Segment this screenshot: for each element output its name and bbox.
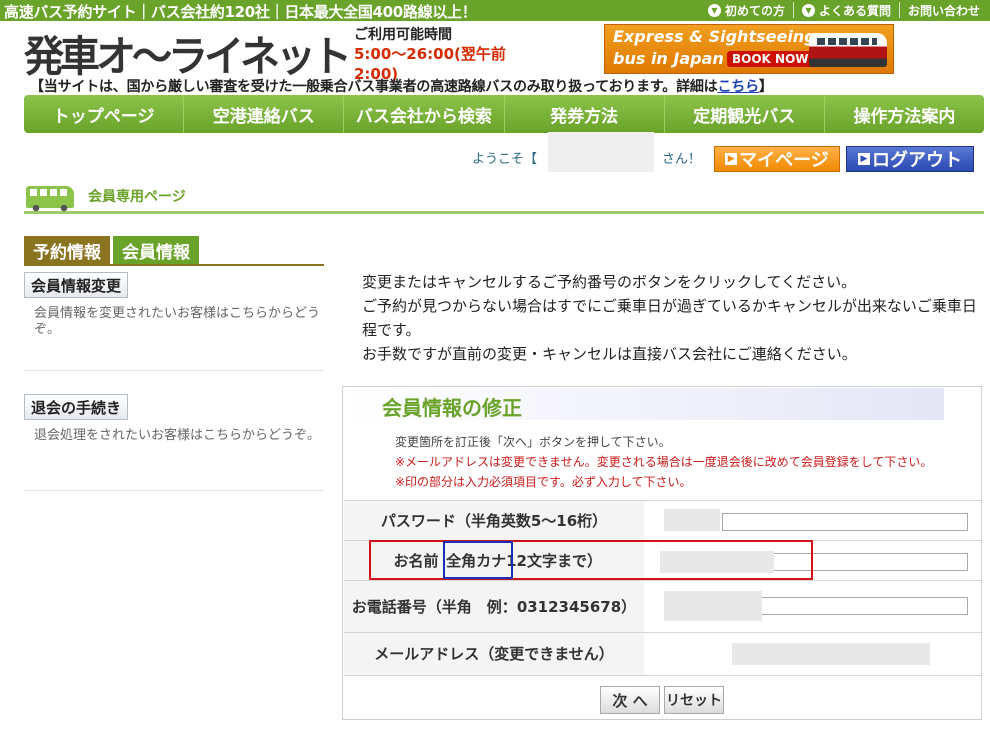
site-notice: 【当サイトは、国から厳しい審査を受けた一般乗合バス事業者の高速路線バスのみ取り扱… bbox=[30, 76, 773, 96]
mypage-label: マイページ bbox=[739, 150, 829, 171]
redacted-value bbox=[732, 643, 930, 665]
top-link-contact[interactable]: お問い合わせ bbox=[908, 2, 980, 19]
form-row-email: メールアドレス（変更できません） bbox=[344, 632, 981, 675]
site-tagline: 高速バス予約サイト｜バス会社約120社｜日本最大全国400路線以上！ bbox=[4, 3, 477, 21]
nav-item-how-to[interactable]: 操作方法案内 bbox=[825, 95, 984, 133]
mypage-button[interactable]: ▶ マイページ bbox=[714, 146, 840, 172]
redacted-value bbox=[664, 509, 720, 531]
logout-button[interactable]: ▶ ログアウト bbox=[846, 146, 974, 172]
bus-icon bbox=[809, 33, 887, 67]
tab-reservation-info[interactable]: 予約情報 bbox=[24, 236, 110, 264]
divider bbox=[24, 490, 324, 491]
change-member-info-desc: 会員情報を変更されたいお客様はこちらからどうぞ。 bbox=[34, 306, 321, 337]
notice-text: 【当サイトは、国から厳しい審査を受けた一般乗合バス事業者の高速路線バスのみ取り扱… bbox=[30, 79, 718, 95]
banner-line1: Express & Sightseeing bbox=[613, 27, 816, 46]
service-hours: ご利用可能時間 5:00〜26:00(翌午前2:00) bbox=[354, 24, 524, 84]
reservation-instructions: 変更またはキャンセルするご予約番号のボタンをクリックしてください。 ご予約が見つ… bbox=[362, 270, 982, 366]
nav-item-top[interactable]: トップページ bbox=[24, 95, 185, 133]
chevron-down-icon: ▼ bbox=[707, 4, 721, 17]
top-link-label: よくある質問 bbox=[818, 4, 891, 18]
reset-button[interactable]: リセット bbox=[664, 686, 724, 714]
highlight-name-row bbox=[369, 540, 813, 580]
divider bbox=[898, 2, 900, 18]
divider bbox=[24, 264, 324, 266]
logout-label: ログアウト bbox=[872, 150, 962, 171]
nav-item-ticketing[interactable]: 発券方法 bbox=[505, 95, 665, 133]
withdraw-membership-desc: 退会処理をされたいお客様はこちらからどうぞ。 bbox=[34, 428, 321, 443]
phone-label-line2: 0312345678） bbox=[516, 597, 637, 616]
hours-label: ご利用可能時間 bbox=[354, 27, 452, 43]
member-page-title: 会員専用ページ bbox=[88, 189, 186, 205]
divider bbox=[24, 370, 324, 371]
nav-item-airport-bus[interactable]: 空港連絡バス bbox=[184, 95, 345, 133]
password-label: パスワード（半角英数5〜16桁） bbox=[344, 501, 644, 540]
arrow-right-icon: ▶ bbox=[858, 153, 870, 165]
top-link-first-time[interactable]: ▼ 初めての方 bbox=[707, 2, 785, 19]
highlight-kana-text bbox=[443, 541, 513, 579]
next-button[interactable]: 次 へ bbox=[600, 686, 660, 714]
instruction-line: ご予約が見つからない場合はすでにご乗車日が過ぎているかキャンセルが出来ないご乗車… bbox=[362, 297, 977, 339]
main-nav: トップページ 空港連絡バス バス会社から検索 発券方法 定期観光バス 操作方法案… bbox=[24, 95, 984, 133]
form-button-row: 次 へ リセット bbox=[344, 675, 981, 719]
password-field[interactable] bbox=[722, 513, 968, 531]
nav-item-search-by-company[interactable]: バス会社から検索 bbox=[344, 95, 505, 133]
top-link-faq[interactable]: ▼ よくある質問 bbox=[801, 2, 891, 19]
notice-details-link[interactable]: こちら bbox=[717, 79, 759, 95]
top-link-label: お問い合わせ bbox=[907, 4, 980, 18]
phone-label: お電話番号（半角 例： 0312345678） bbox=[344, 581, 644, 632]
email-label: メールアドレス（変更できません） bbox=[344, 633, 644, 675]
form-row-phone: お電話番号（半角 例： 0312345678） bbox=[344, 580, 981, 632]
form-title-bar: 会員情報の修正 bbox=[344, 388, 944, 420]
welcome-suffix: さん！ bbox=[662, 152, 702, 167]
site-logo[interactable]: 発車オ〜ライネット bbox=[24, 23, 352, 84]
change-member-info-button[interactable]: 会員情報変更 bbox=[24, 272, 129, 298]
welcome-prefix: ようこそ【 bbox=[472, 152, 538, 167]
tab-member-info[interactable]: 会員情報 bbox=[113, 236, 199, 264]
form-note-email-warning: ※メールアドレスは変更できません。変更される場合は一度退会後に改めて会員登録をし… bbox=[395, 455, 933, 469]
express-sightseeing-banner[interactable]: Express & Sightseeing bus in Japan BOOK … bbox=[604, 24, 894, 74]
form-row-password: パスワード（半角英数5〜16桁） bbox=[344, 500, 981, 540]
banner-line2: bus in Japan bbox=[613, 49, 724, 68]
divider bbox=[792, 2, 794, 18]
top-link-label: 初めての方 bbox=[724, 4, 785, 18]
chevron-down-icon: ▼ bbox=[801, 4, 815, 17]
form-note: 変更箇所を訂正後「次へ」ボタンを押して下さい。 bbox=[395, 435, 671, 449]
top-bar: 高速バス予約サイト｜バス会社約120社｜日本最大全国400路線以上！ ▼ 初めて… bbox=[0, 0, 990, 21]
instruction-line: 変更またはキャンセルするご予約番号のボタンをクリックしてください。 bbox=[362, 273, 857, 291]
notice-end: 】 bbox=[758, 79, 773, 95]
top-links: ▼ 初めての方 ▼ よくある質問 お問い合わせ bbox=[707, 2, 980, 19]
withdraw-membership-button[interactable]: 退会の手続き bbox=[24, 394, 129, 420]
form-note-required: ※印の部分は入力必須項目です。必ず入力して下さい。 bbox=[395, 475, 692, 489]
bus-icon bbox=[26, 186, 74, 212]
form-title: 会員情報の修正 bbox=[382, 396, 522, 420]
nav-item-sightseeing-bus[interactable]: 定期観光バス bbox=[665, 95, 825, 133]
member-tabs: 予約情報 会員情報 bbox=[24, 236, 202, 264]
redacted-username bbox=[548, 132, 654, 172]
banner-book-button[interactable]: BOOK NOW! bbox=[727, 51, 819, 67]
phone-label-line1: お電話番号（半角 例： bbox=[351, 597, 517, 616]
arrow-right-icon: ▶ bbox=[725, 153, 738, 165]
instruction-line: お手数ですが直前の変更・キャンセルは直接バス会社にご連絡ください。 bbox=[362, 345, 857, 363]
redacted-value bbox=[664, 591, 762, 621]
member-page-header: 会員専用ページ bbox=[24, 180, 984, 214]
